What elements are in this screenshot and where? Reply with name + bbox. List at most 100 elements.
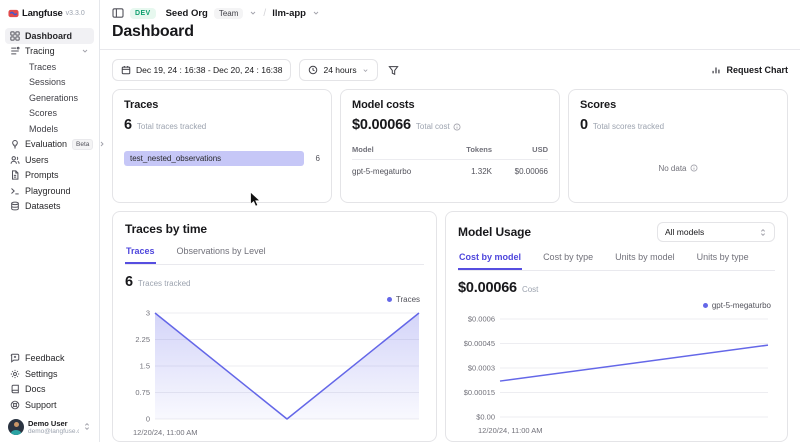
sidebar-item-prompts[interactable]: Prompts: [5, 168, 94, 184]
sidebar-item-label: Support: [25, 400, 57, 410]
col-usd: USD: [492, 145, 548, 154]
sidebar-item-support[interactable]: Support: [5, 397, 94, 413]
trace-bar-value: 6: [312, 154, 320, 163]
app-version: v3.3.0: [66, 10, 85, 17]
request-chart-button[interactable]: Request Chart: [711, 65, 788, 75]
tab-cost-by-model[interactable]: Cost by model: [458, 249, 522, 270]
org-breadcrumb[interactable]: Seed Org: [166, 8, 208, 19]
breadcrumb-separator: /: [263, 8, 266, 19]
cell-usd: $0.00066: [492, 167, 548, 176]
model-usage-card: Model Usage All models Cost by model Cos…: [445, 211, 788, 442]
sidebar-item-users[interactable]: Users: [5, 152, 94, 168]
app-name: Langfuse: [22, 8, 63, 19]
svg-text:$0.0006: $0.0006: [468, 314, 495, 323]
sidebar-item-label: Models: [29, 124, 58, 134]
traces-metric-label: Total traces tracked: [137, 122, 206, 131]
sidebar-item-settings[interactable]: Settings: [5, 366, 94, 382]
sidebar-item-evaluation[interactable]: Evaluation Beta: [5, 137, 94, 153]
sidebar-item-label: Evaluation: [25, 139, 67, 149]
sidebar-item-dashboard[interactable]: Dashboard: [5, 28, 94, 44]
sidebar-item-label: Datasets: [25, 201, 61, 211]
filter-button[interactable]: [386, 63, 401, 78]
card-title: Model costs: [352, 99, 548, 111]
date-range-picker[interactable]: Dec 19, 24 : 16:38 - Dec 20, 24 : 16:38: [112, 59, 291, 81]
chart-legend: Traces: [125, 295, 424, 304]
trace-name-bar[interactable]: test_nested_observations: [124, 151, 304, 166]
sidebar-item-datasets[interactable]: Datasets: [5, 199, 94, 215]
model-usage-tabs: Cost by model Cost by type Units by mode…: [458, 249, 775, 271]
tab-units-by-model[interactable]: Units by model: [614, 249, 676, 270]
main-content: DEV Seed Org Team / llm-app Dashboard De…: [100, 0, 800, 442]
scores-metric: 0: [580, 117, 588, 133]
users-icon: [10, 155, 20, 165]
sidebar-item-models[interactable]: Models: [5, 121, 94, 137]
sidebar-item-label: Prompts: [25, 170, 59, 180]
legend-label: Traces: [396, 295, 420, 304]
tab-observations-by-level[interactable]: Observations by Level: [176, 243, 267, 264]
topbar: DEV Seed Org Team / llm-app: [112, 7, 788, 19]
app-root: Langfuse v3.3.0 Dashboard Tracing Traces…: [0, 0, 800, 442]
chevron-down-icon: [81, 47, 89, 55]
date-range-value: Dec 19, 24 : 16:38 - Dec 20, 24 : 16:38: [136, 65, 282, 75]
sidebar-item-label: Sessions: [29, 77, 66, 87]
traces-tracked-label: Traces tracked: [138, 279, 191, 288]
sidebar-item-feedback[interactable]: Feedback: [5, 351, 94, 367]
summary-cards: Traces 6 Total traces tracked test_neste…: [100, 89, 800, 203]
request-chart-label: Request Chart: [726, 65, 788, 75]
sidebar-item-label: Generations: [29, 93, 78, 103]
tab-cost-by-type[interactable]: Cost by type: [542, 249, 594, 270]
trace-bar-row: test_nested_observations 6: [124, 151, 320, 166]
card-title: Model Usage: [458, 225, 531, 239]
traces-card: Traces 6 Total traces tracked test_neste…: [112, 89, 332, 203]
sidebar-item-label: Dashboard: [25, 31, 72, 41]
sidebar-item-scores[interactable]: Scores: [5, 106, 94, 122]
tab-units-by-type[interactable]: Units by type: [696, 249, 750, 270]
sidebar-item-tracing[interactable]: Tracing: [5, 44, 94, 60]
sidebar-spacer: [5, 214, 94, 351]
traces-metric: 6: [124, 117, 132, 133]
sidebar-item-sessions[interactable]: Sessions: [5, 75, 94, 91]
lightbulb-icon: [10, 139, 20, 149]
svg-text:3: 3: [146, 308, 150, 317]
cell-tokens: 1.32K: [442, 167, 492, 176]
user-menu[interactable]: Demo User demo@langfuse.c...: [5, 413, 94, 437]
chart-legend: gpt-5-megaturbo: [458, 301, 775, 310]
card-title: Traces: [124, 99, 320, 111]
card-title: Traces by time: [125, 222, 424, 236]
sidebar-item-playground[interactable]: Playground: [5, 183, 94, 199]
info-icon[interactable]: [453, 123, 461, 131]
grid-icon: [10, 31, 20, 41]
panel-left-icon[interactable]: [112, 7, 124, 19]
chevron-down-icon[interactable]: [249, 9, 257, 17]
svg-text:2.25: 2.25: [135, 335, 150, 344]
interval-select[interactable]: 24 hours: [299, 59, 377, 81]
sidebar-item-label: Feedback: [25, 353, 65, 363]
chart-cards: Traces by time Traces Observations by Le…: [100, 203, 800, 442]
table-header: Model Tokens USD: [352, 145, 548, 160]
svg-text:$0.00045: $0.00045: [464, 339, 495, 348]
sidebar-item-docs[interactable]: Docs: [5, 382, 94, 398]
tab-traces[interactable]: Traces: [125, 243, 156, 264]
dashboard-toolbar: Dec 19, 24 : 16:38 - Dec 20, 24 : 16:38 …: [100, 50, 800, 89]
project-breadcrumb[interactable]: llm-app: [272, 8, 306, 19]
cost-metric: $0.00066: [458, 280, 517, 296]
svg-text:$0.0003: $0.0003: [468, 363, 495, 372]
chevron-down-icon[interactable]: [312, 9, 320, 17]
org-role-chip[interactable]: Team: [214, 8, 244, 19]
clock-icon: [308, 65, 318, 75]
table-row: gpt-5-megaturbo 1.32K $0.00066: [352, 160, 548, 176]
model-select[interactable]: All models: [657, 222, 775, 242]
tracing-icon: [10, 46, 20, 56]
chevron-down-icon: [362, 67, 369, 74]
legend-dot: [387, 297, 392, 302]
logo-row[interactable]: Langfuse v3.3.0: [5, 6, 94, 28]
sidebar-item-traces[interactable]: Traces: [5, 59, 94, 75]
sidebar-item-generations[interactable]: Generations: [5, 90, 94, 106]
user-meta: Demo User demo@langfuse.c...: [28, 419, 79, 435]
model-costs-metric-label: Total cost: [416, 122, 461, 131]
bar-chart-icon: [711, 65, 721, 75]
col-model: Model: [352, 145, 442, 154]
chevrons-up-down-icon: [83, 422, 91, 431]
info-icon[interactable]: [690, 164, 698, 172]
model-select-value: All models: [665, 227, 704, 237]
